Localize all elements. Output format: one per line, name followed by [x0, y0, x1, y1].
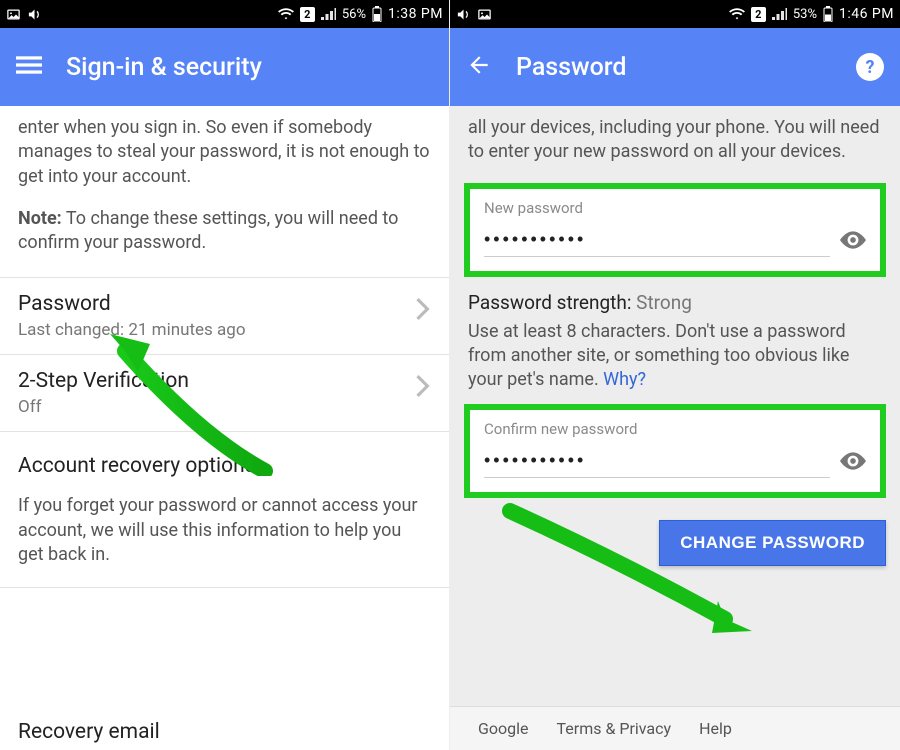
sim-badge: 2 — [751, 7, 766, 22]
content-right: all your devices, including your phone. … — [450, 106, 900, 750]
note-paragraph: Note: To change these settings, you will… — [0, 189, 449, 278]
signal-icon — [321, 7, 336, 21]
sim-badge: 2 — [300, 7, 315, 22]
row-two-step[interactable]: 2-Step Verification Off — [0, 355, 449, 431]
clock: 1:46 PM — [839, 6, 894, 22]
note-text: To change these settings, you will need … — [18, 208, 398, 253]
confirm-password-box: Confirm new password — [464, 404, 886, 498]
page-title: Password — [516, 53, 626, 82]
back-icon[interactable] — [466, 52, 492, 82]
battery-percent: 56% — [342, 7, 366, 22]
divider — [0, 587, 449, 588]
new-password-input[interactable] — [484, 227, 830, 257]
wifi-icon — [278, 7, 294, 21]
recovery-text: If you forget your password or cannot ac… — [0, 494, 449, 587]
content-left: enter when you sign in. So even if someb… — [0, 106, 449, 750]
eye-icon[interactable] — [840, 230, 866, 254]
row-password[interactable]: Password Last changed: 21 minutes ago — [0, 278, 449, 354]
page-title: Sign-in & security — [66, 53, 262, 82]
lead-paragraph: all your devices, including your phone. … — [450, 106, 900, 183]
volume-icon — [27, 7, 42, 22]
battery-icon — [823, 6, 833, 22]
password-advice: Use at least 8 characters. Don't use a p… — [450, 316, 900, 405]
status-bar: 2 53% 1:46 PM — [450, 0, 900, 28]
image-icon — [477, 7, 492, 22]
password-strength: Password strength: Strong — [450, 277, 900, 316]
field-label: New password — [484, 199, 866, 217]
row-subtitle: Last changed: 21 minutes ago — [18, 320, 415, 340]
battery-percent: 53% — [793, 7, 817, 22]
why-link[interactable]: Why? — [603, 369, 646, 390]
status-bar: 2 56% 1:38 PM — [0, 0, 449, 28]
chevron-right-icon — [415, 369, 431, 401]
wifi-icon — [729, 7, 745, 21]
advice-text: Use at least 8 characters. Don't use a p… — [468, 321, 849, 391]
row-title: 2-Step Verification — [18, 369, 415, 393]
image-icon — [6, 7, 21, 22]
footer-link-help[interactable]: Help — [699, 719, 732, 738]
change-password-button[interactable]: CHANGE PASSWORD — [659, 520, 886, 566]
footer-link-terms[interactable]: Terms & Privacy — [557, 719, 672, 738]
strength-label: Password strength: — [468, 291, 631, 314]
eye-icon[interactable] — [840, 451, 866, 475]
clock: 1:38 PM — [388, 6, 443, 22]
footer-link-google[interactable]: Google — [478, 719, 529, 738]
row-recovery-email[interactable]: Recovery email — [18, 720, 160, 744]
row-title: Password — [18, 292, 415, 316]
confirm-password-input[interactable] — [484, 448, 830, 478]
intro-paragraph: enter when you sign in. So even if someb… — [0, 116, 449, 189]
phone-left: 2 56% 1:38 PM Sign-in & security enter w… — [0, 0, 450, 750]
new-password-box: New password — [464, 183, 886, 277]
footer: Google Terms & Privacy Help — [450, 706, 900, 750]
signal-icon — [772, 7, 787, 21]
app-bar: Sign-in & security — [0, 28, 449, 106]
note-label: Note: — [18, 208, 62, 229]
battery-icon — [372, 6, 382, 22]
row-subtitle: Off — [18, 397, 415, 417]
help-icon[interactable]: ? — [856, 53, 884, 81]
strength-value: Strong — [636, 291, 692, 314]
field-label: Confirm new password — [484, 420, 866, 438]
section-title-recovery: Account recovery options — [0, 432, 449, 494]
phone-right: 2 53% 1:46 PM Password ? all your device… — [450, 0, 900, 750]
volume-icon — [456, 7, 471, 22]
menu-icon[interactable] — [16, 52, 42, 82]
app-bar: Password ? — [450, 28, 900, 106]
chevron-right-icon — [415, 292, 431, 324]
